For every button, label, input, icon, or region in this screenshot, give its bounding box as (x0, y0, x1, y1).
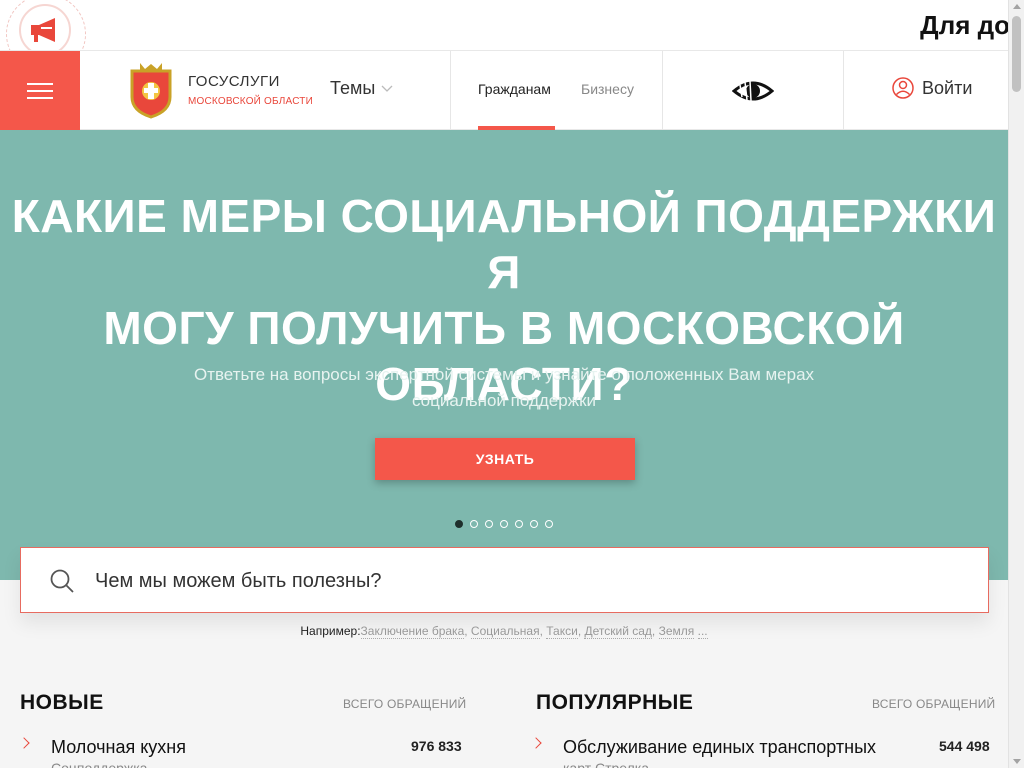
scroll-down-arrow-icon[interactable] (1013, 759, 1021, 764)
tab-business[interactable]: Бизнесу (581, 81, 634, 97)
example-link[interactable]: Земля (658, 624, 695, 639)
search-input[interactable] (95, 564, 955, 598)
accessibility-button[interactable] (731, 73, 775, 109)
search-icon[interactable] (49, 568, 75, 594)
user-icon (892, 77, 914, 99)
slider-dot[interactable] (545, 520, 553, 528)
header-divider (450, 51, 451, 131)
list-item[interactable]: Обслуживание единых транспортных карт Ст… (563, 735, 876, 768)
new-services-title: НОВЫЕ (20, 691, 104, 714)
item-count: 544 498 (939, 738, 990, 754)
promo-text[interactable]: Для до (920, 10, 1008, 41)
slider-dot[interactable] (485, 520, 493, 528)
search-examples: Например:Заключение брака, Социальная, Т… (300, 624, 708, 639)
list-item[interactable]: Молочная кухня Соцподдержка (51, 735, 186, 768)
tab-citizens[interactable]: Гражданам (478, 81, 551, 97)
example-link[interactable]: Детский сад (584, 624, 652, 639)
item-category: карт Стрелка (563, 760, 650, 768)
header-divider (662, 51, 663, 131)
search-box (20, 547, 989, 613)
slider-dots (455, 520, 560, 528)
chevron-down-icon (381, 85, 393, 92)
slider-dot[interactable] (530, 520, 538, 528)
brand-title: ГОСУСЛУГИ (188, 73, 280, 90)
example-link[interactable]: Заключение брака (360, 624, 465, 639)
coat-of-arms-logo (130, 63, 172, 119)
slider-dot[interactable] (500, 520, 508, 528)
eye-icon (731, 80, 775, 102)
new-services-caption: ВСЕГО ОБРАЩЕНИЙ (343, 697, 467, 711)
themes-label: Темы (330, 78, 376, 98)
item-category: Соцподдержка (51, 760, 148, 768)
hero-subtitle: Ответьте на вопросы экспертной системы и… (193, 365, 815, 410)
brand-subtitle: МОСКОВСКОЙ ОБЛАСТИ (188, 96, 313, 107)
example-link[interactable]: Такси (546, 624, 578, 639)
hamburger-icon (27, 83, 53, 99)
examples-lead: Например: (300, 624, 361, 638)
megaphone-icon (31, 18, 55, 42)
learn-button[interactable]: УЗНАТЬ (375, 438, 635, 480)
popular-services-title: ПОПУЛЯРНЫЕ (536, 691, 694, 714)
item-title: Обслуживание единых транспортных (563, 737, 877, 757)
item-title: Молочная кухня (51, 737, 186, 757)
menu-button[interactable] (0, 51, 80, 131)
brand[interactable]: ГОСУСЛУГИ МОСКОВСКОЙ ОБЛАСТИ (128, 61, 313, 119)
popular-services-caption: ВСЕГО ОБРАЩЕНИЙ (872, 697, 996, 711)
slider-dot[interactable] (515, 520, 523, 528)
hero-slider: КАКИЕ МЕРЫ СОЦИАЛЬНОЙ ПОДДЕРЖКИ Я МОГУ П… (0, 130, 1008, 580)
item-count: 976 833 (411, 738, 462, 754)
scroll-up-arrow-icon[interactable] (1013, 4, 1021, 9)
chevron-right-icon (530, 737, 542, 749)
login-label: Войти (922, 77, 973, 98)
promo-disc (19, 4, 71, 50)
example-link[interactable]: Социальная (470, 624, 540, 639)
slider-dot[interactable] (455, 520, 463, 528)
login-button[interactable]: Войти (892, 77, 972, 99)
brand-text: ГОСУСЛУГИ МОСКОВСКОЙ ОБЛАСТИ (188, 73, 313, 107)
more-examples-link[interactable]: ... (697, 624, 708, 639)
page-scrollbar[interactable] (1008, 0, 1024, 768)
header-divider (843, 51, 844, 131)
site-header: ГОСУСЛУГИ МОСКОВСКОЙ ОБЛАСТИ Темы Гражда… (0, 50, 1008, 131)
promo-topbar: Для до (0, 0, 1008, 50)
chevron-right-icon (18, 737, 30, 749)
slider-dot[interactable] (470, 520, 478, 528)
scrollbar-thumb[interactable] (1012, 16, 1021, 92)
themes-dropdown[interactable]: Темы (330, 78, 393, 99)
promo-badge[interactable] (0, 0, 92, 50)
